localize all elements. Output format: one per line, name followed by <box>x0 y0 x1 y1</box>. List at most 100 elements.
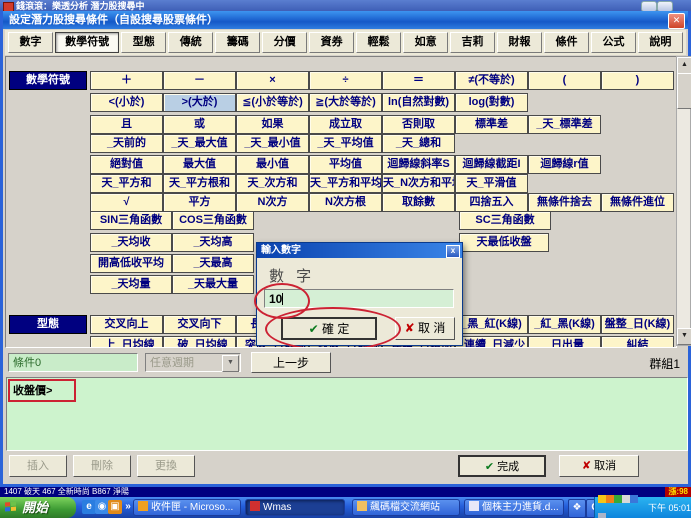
math-button[interactable]: ÷ <box>309 71 382 90</box>
cancel-button[interactable]: ✘ 取 消 <box>395 317 455 340</box>
math-button[interactable]: log(對數) <box>455 93 528 112</box>
math-button[interactable]: ≠(不等於) <box>455 71 528 90</box>
taskbar-task[interactable]: 收件匣 - Microso... <box>133 499 241 516</box>
tab-說明[interactable]: 說明 <box>638 32 683 53</box>
math-button[interactable]: 迴歸線截距I <box>455 155 528 174</box>
math-button[interactable]: _天前的 <box>90 134 163 153</box>
math-button[interactable]: 迴歸線r值 <box>528 155 601 174</box>
pattern-button[interactable]: _日出量 <box>528 336 601 348</box>
math-button[interactable]: 天_N次方和平均 <box>382 174 455 193</box>
math-button[interactable]: ( <box>528 71 601 90</box>
tray-icon[interactable] <box>614 495 622 503</box>
pattern-button[interactable]: 盤整_日(K線) <box>601 315 674 334</box>
chevron-down-icon[interactable]: ▼ <box>222 355 239 372</box>
math-button[interactable]: 或 <box>163 115 236 134</box>
math-button[interactable]: _天_總和 <box>382 134 455 153</box>
tab-資券[interactable]: 資券 <box>309 32 354 53</box>
pattern-button[interactable]: _破_日均線 <box>163 336 236 348</box>
tray-icon[interactable] <box>598 513 606 518</box>
pattern-button[interactable]: 交叉向上 <box>90 315 163 334</box>
taskbar-task[interactable]: 個株主力進貨.d... <box>464 499 564 516</box>
tab-財報[interactable]: 財報 <box>497 32 542 53</box>
tab-吉莉[interactable]: 吉莉 <box>450 32 495 53</box>
math-button[interactable]: 絕對值 <box>90 155 163 174</box>
taskbar-task[interactable]: Wmas <box>245 499 345 516</box>
math-button[interactable]: 四捨五入 <box>455 193 528 212</box>
math-button[interactable]: SIN三角函數 <box>90 211 172 230</box>
tab-如意[interactable]: 如意 <box>403 32 448 53</box>
math-button[interactable]: 天_平方根和 <box>163 174 236 193</box>
pattern-button[interactable]: 交叉向下 <box>163 315 236 334</box>
quick-launch-icon[interactable]: ◉ <box>95 500 109 514</box>
math-button[interactable]: ≦(小於等於) <box>236 93 309 112</box>
tab-數字[interactable]: 數字 <box>8 32 53 53</box>
math-button[interactable]: _天_最大值 <box>163 134 236 153</box>
math-button[interactable]: 無條件進位 <box>601 193 674 212</box>
scroll-up-icon[interactable]: ▲ <box>677 57 691 74</box>
math-button[interactable]: ) <box>601 71 674 90</box>
tab-輕鬆[interactable]: 輕鬆 <box>356 32 401 53</box>
math-button[interactable]: SC三角函數 <box>459 211 551 230</box>
math-button[interactable]: 平均值 <box>309 155 382 174</box>
insert-button[interactable]: 插入 <box>9 455 67 477</box>
math-button[interactable]: － <box>163 71 236 90</box>
tab-型態[interactable]: 型態 <box>121 32 166 53</box>
pattern-button[interactable]: _上_日均線 <box>90 336 163 348</box>
math-button[interactable]: 天_次方和 <box>236 174 309 193</box>
math-button[interactable]: N次方 <box>236 193 309 212</box>
math-button[interactable]: 取餘數 <box>382 193 455 212</box>
math-button[interactable]: ≧(大於等於) <box>309 93 382 112</box>
math-button[interactable]: _天_最小值 <box>236 134 309 153</box>
tab-公式[interactable]: 公式 <box>591 32 636 53</box>
close-icon[interactable]: ✕ <box>668 13 685 29</box>
pattern-button[interactable]: _黑_紅(K線) <box>455 315 528 334</box>
tab-條件[interactable]: 條件 <box>544 32 589 53</box>
math-button[interactable]: 無條件捨去 <box>528 193 601 212</box>
math-button[interactable]: _天_平均值 <box>309 134 382 153</box>
bottom-cancel-button[interactable]: ✘ 取消 <box>559 455 639 477</box>
grid-scrollbar[interactable]: ▲ ▼ <box>676 56 691 346</box>
math-button[interactable]: 且 <box>90 115 163 134</box>
pattern-button[interactable]: 糾結 <box>601 336 674 348</box>
math-button[interactable]: <(小於) <box>90 93 163 112</box>
math-button[interactable]: 平方 <box>163 193 236 212</box>
period-dropdown[interactable]: 任意週期 ▼ <box>145 353 241 372</box>
math-button[interactable]: × <box>236 71 309 90</box>
math-button[interactable]: _天最大量 <box>172 275 254 294</box>
math-button[interactable]: 最小值 <box>236 155 309 174</box>
math-button[interactable]: ln(自然對數) <box>382 93 455 112</box>
math-button[interactable]: 天_平方和平均 <box>309 174 382 193</box>
math-button[interactable]: _天均高 <box>172 233 254 252</box>
math-button[interactable]: 否則取 <box>382 115 455 134</box>
math-button[interactable]: 成立取 <box>309 115 382 134</box>
math-button[interactable]: 天_平滑值 <box>455 174 528 193</box>
back-button[interactable]: 上一步 <box>251 352 331 373</box>
math-button[interactable]: √ <box>90 193 163 212</box>
dialog-close-icon[interactable]: x <box>446 245 460 258</box>
taskbar-mini-button[interactable]: ❖ <box>568 499 586 518</box>
math-button[interactable]: _天最高 <box>172 254 254 273</box>
math-button[interactable]: ＝ <box>382 71 455 90</box>
pattern-button[interactable]: _紅_黑(K線) <box>528 315 601 334</box>
math-button[interactable]: >(大於) <box>163 93 236 112</box>
taskbar-task[interactable]: 飆碼檔交流網站 <box>352 499 460 516</box>
math-button[interactable]: 天_平方和 <box>90 174 163 193</box>
tab-分價[interactable]: 分價 <box>262 32 307 53</box>
delete-button[interactable]: 刪除 <box>73 455 131 477</box>
scrollbar-thumb[interactable] <box>677 73 691 109</box>
math-button[interactable]: COS三角函數 <box>172 211 254 230</box>
scroll-down-icon[interactable]: ▼ <box>677 328 691 345</box>
math-button[interactable]: 最大值 <box>163 155 236 174</box>
condition-name-field[interactable]: 條件0 <box>8 353 138 372</box>
tray-icon[interactable] <box>630 495 638 503</box>
tab-籌碼[interactable]: 籌碼 <box>215 32 260 53</box>
tray-icon[interactable] <box>598 495 606 503</box>
math-button[interactable]: ＋ <box>90 71 163 90</box>
math-button[interactable]: 如果 <box>236 115 309 134</box>
finish-button[interactable]: ✔ 完成 <box>458 455 546 477</box>
quick-launch-icon[interactable]: ▣ <box>108 500 122 514</box>
quick-launch-icon[interactable]: e <box>82 500 96 514</box>
math-button[interactable]: N次方根 <box>309 193 382 212</box>
math-button[interactable]: 天最低收盤 <box>459 233 549 252</box>
tray-icon[interactable] <box>622 495 630 503</box>
